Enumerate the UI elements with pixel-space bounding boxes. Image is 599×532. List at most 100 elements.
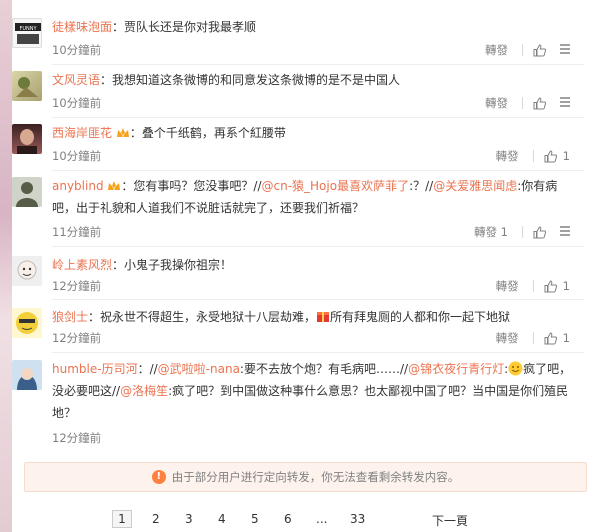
mention-link[interactable]: @cn-猿_Hojo最喜欢萨菲了 bbox=[262, 179, 410, 193]
thumbs-up-icon bbox=[544, 149, 557, 162]
timestamp: 10分鐘前 bbox=[52, 43, 102, 57]
action-bar: 轉發 bbox=[485, 42, 572, 58]
timestamp: 12分鐘前 bbox=[52, 331, 102, 345]
list-item: anyblind V ：您有事吗？您没事吧？//@cn-猿_Hojo最喜欢萨菲了:… bbox=[12, 177, 572, 239]
mention-link[interactable]: @洛梅笙 bbox=[120, 384, 168, 398]
mention-link[interactable]: @锦衣夜行青行灯 bbox=[408, 362, 504, 376]
repost-button[interactable]: 轉發 bbox=[485, 42, 508, 58]
avatar[interactable] bbox=[12, 308, 42, 338]
divider bbox=[532, 150, 534, 162]
pagination: 1 2 3 4 5 6 ... 33 下一頁 bbox=[0, 508, 599, 532]
menu-icon[interactable] bbox=[558, 43, 572, 58]
repost-button[interactable]: 轉發 bbox=[485, 95, 508, 111]
like-button[interactable] bbox=[533, 225, 546, 239]
username-link[interactable]: humble-历司河 bbox=[52, 362, 138, 376]
page-link[interactable]: 2 bbox=[152, 512, 160, 526]
divider bbox=[52, 117, 584, 118]
next-page-button[interactable]: 下一頁 bbox=[432, 512, 468, 529]
page-link[interactable]: 5 bbox=[251, 512, 259, 526]
comment-text: :？// bbox=[409, 179, 434, 193]
comment-text: ：您有事吗？您没事吧？// bbox=[121, 179, 262, 193]
action-bar: 轉發 1 bbox=[496, 278, 572, 294]
comment-text: ：叠个千纸鹤，再系个紅腰带 bbox=[129, 126, 286, 140]
username-link[interactable]: anyblind bbox=[52, 179, 104, 193]
emoji-icon bbox=[508, 361, 523, 376]
background-edge bbox=[0, 0, 12, 532]
comment-content: 西海岸匪花 V ：叠个千纸鹤，再系个紅腰带 bbox=[52, 122, 572, 144]
repost-button[interactable]: 轉發 bbox=[496, 330, 519, 346]
restricted-repost-notice: ! 由于部分用户进行定向转发，你无法查看剩余转发内容。 bbox=[24, 462, 587, 492]
page-link[interactable]: 4 bbox=[218, 512, 226, 526]
list-item: 西海岸匪花 V ：叠个千纸鹤，再系个紅腰带 10分鐘前 轉發 1 bbox=[12, 124, 572, 164]
thumbs-up-icon bbox=[544, 279, 557, 292]
comment-text: ：祝永世不得超生，永受地狱十八层劫难， bbox=[88, 310, 317, 324]
list-item: 岭上素风烈：小鬼子我操你祖宗！ 12分鐘前 轉發 1 bbox=[12, 256, 572, 296]
list-item: 文风灵语：我想知道这条微博的和同意发这条微博的是不是中国人 10分鐘前 轉發 bbox=[12, 71, 572, 111]
comment-text: ：小鬼子我操你祖宗！ bbox=[112, 258, 233, 272]
thumbs-up-icon bbox=[533, 96, 546, 109]
svg-text:FUNNY: FUNNY bbox=[19, 26, 37, 32]
menu-icon[interactable] bbox=[558, 225, 572, 240]
divider bbox=[522, 97, 523, 109]
page-link-current[interactable]: 1 bbox=[112, 510, 132, 528]
svg-text:V: V bbox=[113, 186, 117, 192]
comment-content: 文风灵语：我想知道这条微博的和同意发这条微博的是不是中国人 bbox=[52, 69, 572, 91]
username-link[interactable]: 西海岸匪花 bbox=[52, 126, 112, 140]
divider bbox=[52, 299, 584, 300]
comment-content: 徒樣味泡面：贾队长还是你对我最孝顺 bbox=[52, 16, 572, 38]
avatar[interactable] bbox=[12, 177, 42, 207]
mention-link[interactable]: @关爱雅思闻虑 bbox=[433, 179, 517, 193]
menu-icon[interactable] bbox=[558, 96, 572, 111]
repost-button[interactable]: 轉發 bbox=[496, 148, 519, 164]
comment-text: :要不去放个炮？有毛病吧……// bbox=[239, 362, 409, 376]
avatar[interactable] bbox=[12, 256, 42, 286]
username-link[interactable]: 岭上素风烈 bbox=[52, 258, 112, 272]
username-link[interactable]: 徒樣味泡面 bbox=[52, 20, 112, 34]
divider bbox=[532, 332, 534, 344]
vip-crown-icon: V bbox=[108, 181, 121, 192]
svg-text:V: V bbox=[121, 133, 125, 139]
timestamp: 10分鐘前 bbox=[52, 96, 102, 110]
comment-content: anyblind V ：您有事吗？您没事吧？//@cn-猿_Hojo最喜欢萨菲了:… bbox=[52, 175, 572, 219]
comment-text: ：贾队长还是你对我最孝顺 bbox=[112, 20, 257, 34]
repost-button[interactable]: 轉發 1 bbox=[474, 224, 508, 240]
divider bbox=[52, 64, 584, 65]
gift-emoji-icon bbox=[317, 312, 330, 322]
avatar[interactable]: FUNNY bbox=[12, 18, 42, 48]
divider bbox=[52, 246, 584, 247]
comment-content: 岭上素风烈：小鬼子我操你祖宗！ bbox=[52, 254, 572, 276]
like-button[interactable]: 1 bbox=[544, 279, 570, 293]
page-link[interactable]: 33 bbox=[350, 512, 365, 526]
username-link[interactable]: 文风灵语 bbox=[52, 73, 100, 87]
divider bbox=[522, 44, 523, 56]
comment-content: humble-历司河：//@武啦啦-nana:要不去放个炮？有毛病吧……//@锦… bbox=[52, 358, 572, 424]
page-link[interactable]: 3 bbox=[185, 512, 193, 526]
comment-text: ：我想知道这条微博的和同意发这条微博的是不是中国人 bbox=[100, 73, 401, 87]
thumbs-up-icon bbox=[533, 225, 546, 238]
like-button[interactable] bbox=[533, 43, 546, 57]
thumbs-up-icon bbox=[533, 43, 546, 56]
action-bar: 轉發 1 bbox=[496, 148, 572, 164]
divider bbox=[52, 352, 584, 353]
mention-link[interactable]: @武啦啦-nana bbox=[158, 362, 240, 376]
page-link[interactable]: 6 bbox=[284, 512, 292, 526]
like-button[interactable]: 1 bbox=[544, 149, 570, 163]
action-bar: 轉發 1 bbox=[496, 330, 572, 346]
avatar[interactable] bbox=[12, 71, 42, 101]
avatar[interactable] bbox=[12, 360, 42, 390]
like-button[interactable]: 1 bbox=[544, 331, 570, 345]
action-bar: 轉發 bbox=[485, 95, 572, 111]
vip-crown-icon: V bbox=[116, 128, 129, 139]
comment-text: ：// bbox=[137, 362, 158, 376]
timestamp: 10分鐘前 bbox=[52, 149, 102, 163]
avatar[interactable] bbox=[12, 124, 42, 154]
username-link[interactable]: 狼剑士 bbox=[52, 310, 88, 324]
list-item: 狼剑士：祝永世不得超生，永受地狱十八层劫难， 所有拜鬼厕的人都和你一起下地狱 12… bbox=[12, 308, 572, 348]
divider bbox=[532, 280, 534, 292]
timestamp: 12分鐘前 bbox=[52, 279, 102, 293]
timestamp: 12分鐘前 bbox=[52, 431, 102, 445]
page-ellipsis: ... bbox=[316, 512, 328, 526]
list-item: FUNNY 徒樣味泡面：贾队长还是你对我最孝顺 10分鐘前 轉發 bbox=[12, 18, 572, 58]
like-button[interactable] bbox=[533, 96, 546, 110]
repost-button[interactable]: 轉發 bbox=[496, 278, 519, 294]
